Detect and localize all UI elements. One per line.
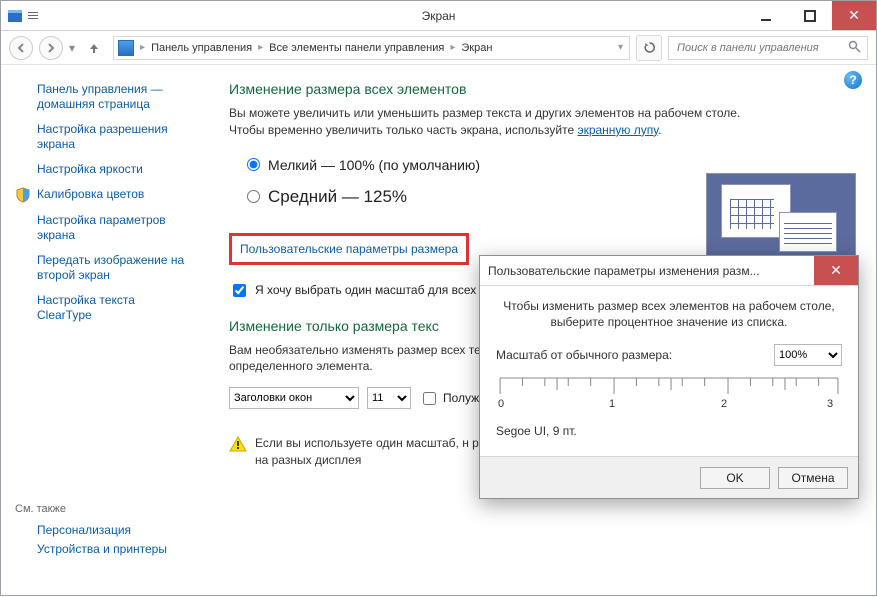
ok-button[interactable]: OK	[700, 467, 770, 489]
window-icon	[7, 8, 23, 24]
sidebar-item-cleartype[interactable]: Настройка текста ClearType	[15, 293, 191, 323]
see-also-label: Персонализация	[37, 523, 131, 538]
radio-label: Средний — 125%	[268, 187, 407, 207]
recent-dropdown-icon[interactable]: ▾	[69, 41, 75, 55]
see-also-section: См. также Персонализация Устройства и пр…	[15, 503, 191, 557]
checkbox-bold[interactable]: Полуж	[419, 389, 479, 408]
section-title-resize-all: Изменение размера всех элементов	[229, 81, 856, 97]
search-icon[interactable]	[848, 40, 861, 56]
radio-small-input[interactable]	[247, 158, 260, 171]
sidebar-item-label: Передать изображение на второй экран	[37, 253, 191, 283]
sidebar-item-label: Настройка параметров экрана	[37, 213, 191, 243]
sidebar-item-label: Калибровка цветов	[37, 187, 144, 202]
ruler-num-1: 1	[609, 398, 615, 410]
search-input[interactable]	[675, 41, 842, 55]
checkbox-bold-input[interactable]	[423, 392, 436, 405]
checkbox-label: Я хочу выбрать один масштаб для всех	[255, 283, 476, 297]
sidebar-item-resolution[interactable]: Настройка разрешения экрана	[15, 122, 191, 152]
combo-element[interactable]: Заголовки окон	[229, 387, 359, 409]
sidebar-item-label: Панель управления — домашняя страница	[37, 82, 191, 112]
search-box[interactable]	[668, 36, 868, 60]
dropdown-menu-icon[interactable]	[25, 8, 41, 24]
custom-scale-dialog: Пользовательские параметры изменения раз…	[479, 255, 859, 499]
radio-label: Мелкий — 100% (по умолчанию)	[268, 157, 480, 173]
sidebar: Панель управления — домашняя страница На…	[1, 65, 201, 597]
see-also-personalization[interactable]: Персонализация	[15, 523, 191, 538]
ruler-num-3: 3	[827, 398, 833, 410]
scale-combo[interactable]: 100%	[774, 344, 842, 366]
up-button[interactable]	[81, 35, 107, 61]
dialog-footer: OK Отмена	[480, 456, 858, 498]
checkbox-label: Полуж	[443, 391, 479, 405]
shield-icon	[15, 187, 31, 203]
chevron-down-icon[interactable]: ▾	[618, 42, 623, 53]
section-description: Вы можете увеличить или уменьшить размер…	[229, 105, 759, 139]
dialog-description: Чтобы изменить размер всех элементов на …	[496, 298, 842, 330]
minimize-button[interactable]	[744, 1, 788, 30]
magnifier-link[interactable]: экранную лупу	[577, 123, 658, 137]
checkbox-one-scale-input[interactable]	[233, 284, 246, 297]
sidebar-item-label: Настройка разрешения экрана	[37, 122, 191, 152]
see-also-label: Устройства и принтеры	[37, 542, 167, 557]
back-button[interactable]	[9, 36, 33, 60]
window-titlebar: Экран ✕	[1, 1, 876, 31]
font-sample: Segoe UI, 9 пт.	[496, 424, 842, 438]
see-also-header: См. также	[15, 503, 191, 515]
refresh-button[interactable]	[636, 35, 662, 61]
breadcrumb-item[interactable]: Все элементы панели управления	[269, 42, 444, 54]
forward-button[interactable]	[39, 36, 63, 60]
sidebar-item-calibrate[interactable]: Калибровка цветов	[15, 187, 191, 203]
warning-icon	[229, 435, 247, 453]
chevron-right-icon[interactable]: ▸	[140, 42, 145, 53]
sidebar-item-display-settings[interactable]: Настройка параметров экрана	[15, 213, 191, 243]
sidebar-item-label: Настройка яркости	[37, 162, 143, 177]
ruler-num-2: 2	[721, 398, 727, 410]
control-panel-icon	[118, 40, 134, 56]
chevron-right-icon[interactable]: ▸	[258, 42, 263, 53]
radio-small[interactable]: Мелкий — 100% (по умолчанию)	[247, 157, 856, 173]
desc-text: .	[658, 123, 661, 137]
preview-illustration	[706, 173, 856, 263]
sidebar-item-project[interactable]: Передать изображение на второй экран	[15, 253, 191, 283]
sidebar-item-brightness[interactable]: Настройка яркости	[15, 162, 191, 177]
ruler[interactable]: 0 1 2 3	[496, 372, 842, 416]
close-button[interactable]: ✕	[832, 1, 876, 30]
sidebar-item-home[interactable]: Панель управления — домашняя страница	[15, 82, 191, 112]
navigation-bar: ▾ ▸ Панель управления ▸ Все элементы пан…	[1, 31, 876, 65]
desc-text: Вы можете увеличить или уменьшить размер…	[229, 106, 740, 137]
dialog-close-button[interactable]: ✕	[814, 256, 858, 285]
breadcrumb[interactable]: ▸ Панель управления ▸ Все элементы панел…	[113, 36, 630, 60]
dialog-title: Пользовательские параметры изменения раз…	[488, 264, 814, 278]
help-icon[interactable]: ?	[844, 71, 862, 89]
custom-size-link[interactable]: Пользовательские параметры размера	[229, 233, 469, 265]
see-also-devices[interactable]: Устройства и принтеры	[15, 542, 191, 557]
chevron-right-icon[interactable]: ▸	[450, 42, 455, 53]
breadcrumb-item[interactable]: Экран	[461, 42, 492, 54]
scale-label: Масштаб от обычного размера:	[496, 348, 766, 362]
maximize-button[interactable]	[788, 1, 832, 30]
combo-font-size[interactable]: 11	[367, 387, 411, 409]
ruler-num-0: 0	[498, 398, 504, 410]
dialog-titlebar: Пользовательские параметры изменения раз…	[480, 256, 858, 286]
radio-medium-input[interactable]	[247, 190, 260, 203]
cancel-button[interactable]: Отмена	[778, 467, 848, 489]
sidebar-item-label: Настройка текста ClearType	[37, 293, 191, 323]
breadcrumb-item[interactable]: Панель управления	[151, 42, 252, 54]
